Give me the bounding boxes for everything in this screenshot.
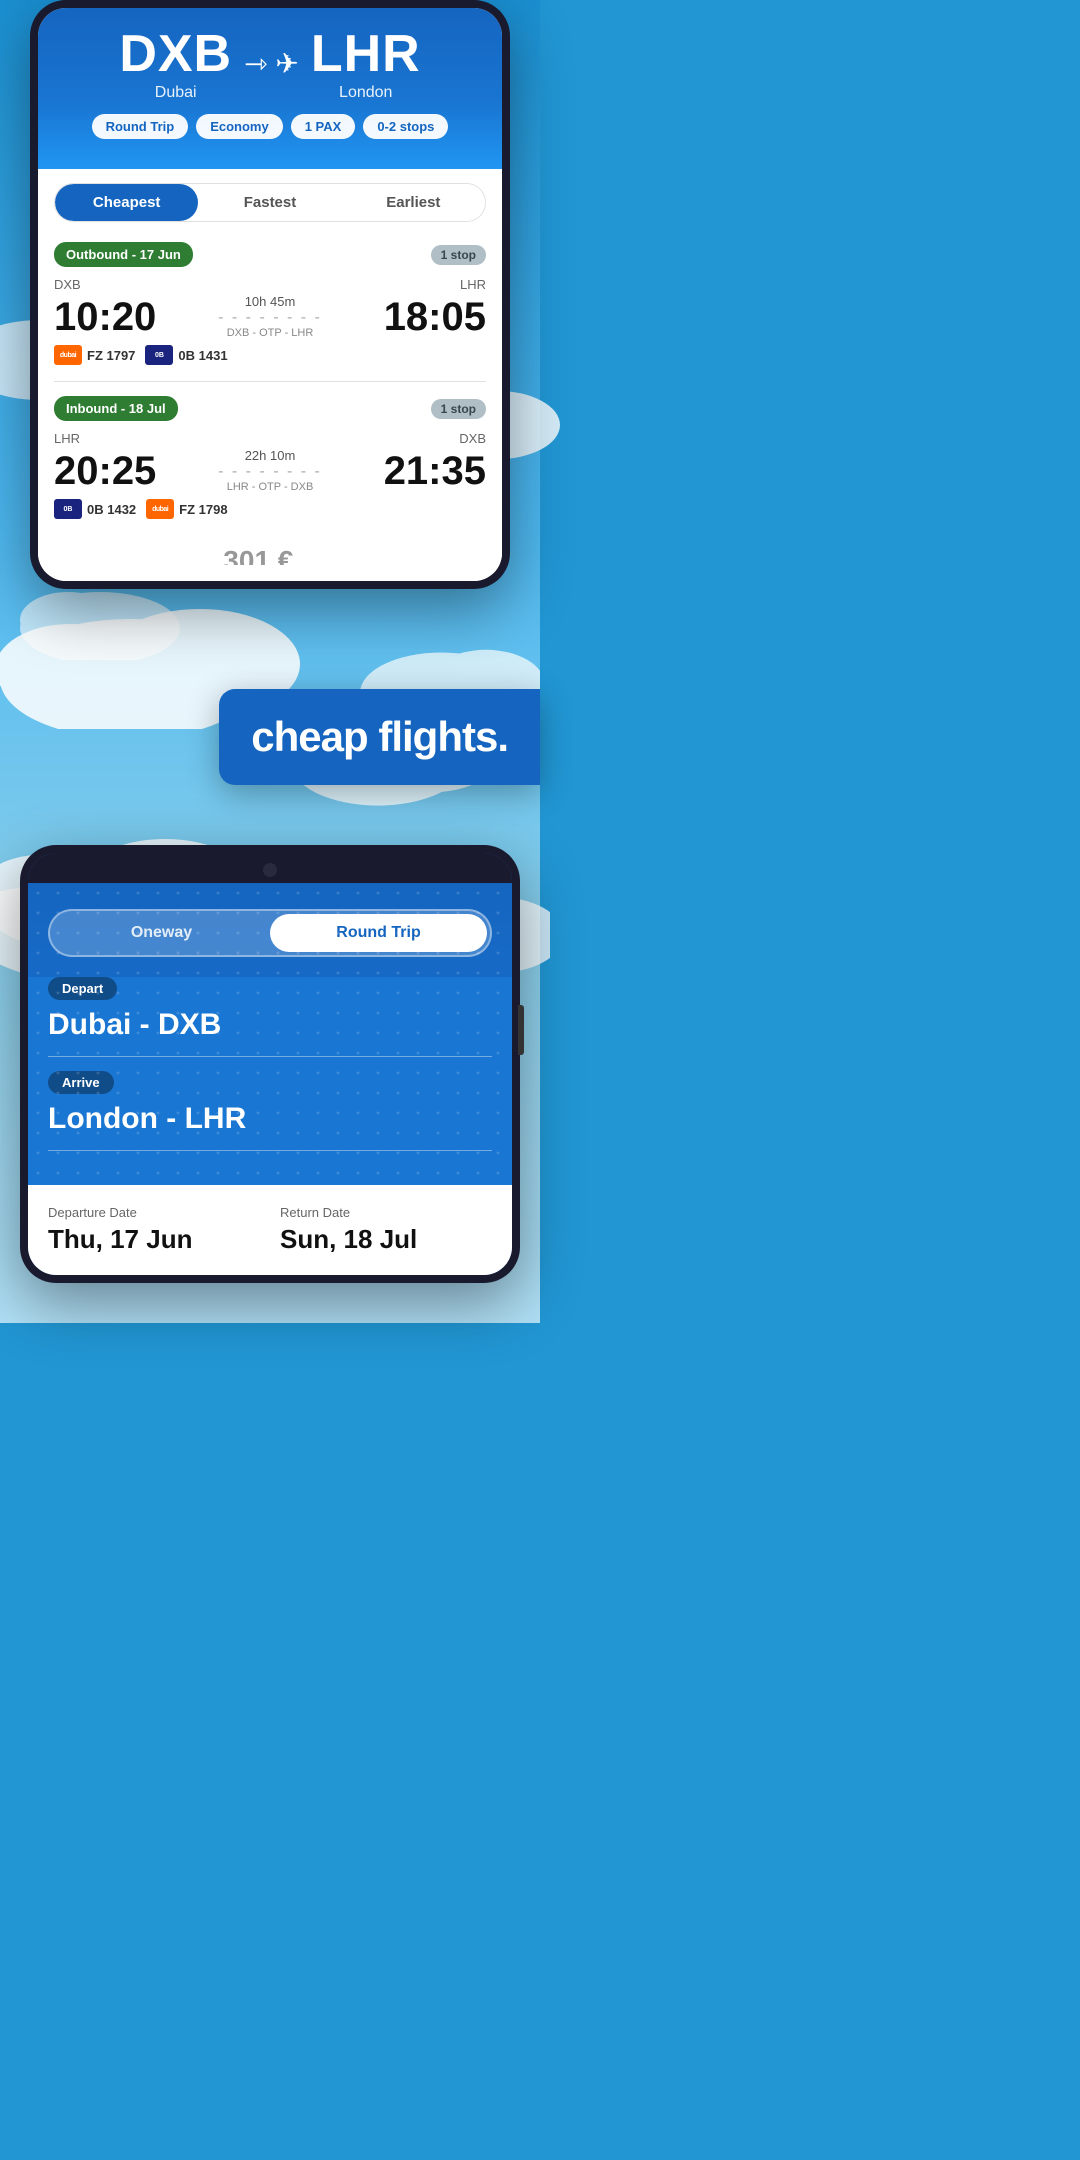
inbound-flight-code-1: 0B 1432 — [87, 502, 136, 517]
inbound-arrive-time: 21:35 — [384, 451, 486, 491]
inbound-airlines: 0B 0B 1432 dubai FZ 1798 — [54, 499, 486, 519]
inbound-depart-time: 20:25 — [54, 451, 156, 491]
origin-code: DXB — [119, 24, 232, 84]
notch-camera — [263, 863, 277, 877]
flydubai-logo-1: dubai — [54, 345, 82, 365]
inbound-route: LHR - OTP - DXB — [164, 481, 375, 493]
plane-icon: ⇾ ✈ — [244, 47, 299, 80]
blueair-logo-2: 0B — [54, 499, 82, 519]
inbound-dest-label: DXB — [459, 431, 486, 446]
airports-row: DXB Dubai ⇾ ✈ LHR London — [58, 24, 482, 102]
inbound-segment: Inbound - 18 Jul 1 stop LHR DXB 20:25 22… — [54, 396, 486, 519]
outbound-dashed-line: - - - - - - - - — [164, 309, 375, 327]
phone-screen-1: DXB Dubai ⇾ ✈ LHR London — [38, 8, 502, 581]
phone-frame-2: Oneway Round Trip Depart Dubai - DXB Arr… — [20, 845, 520, 1283]
outbound-label: Outbound - 17 Jun — [54, 242, 193, 267]
outbound-times-row: 10:20 10h 45m - - - - - - - - DXB - OTP … — [54, 294, 486, 339]
outbound-dest-label: LHR — [460, 277, 486, 292]
inbound-times-row: 20:25 22h 10m - - - - - - - - LHR - OTP … — [54, 448, 486, 493]
flight-header: DXB Dubai ⇾ ✈ LHR London — [38, 8, 502, 169]
destination-airport-block: LHR London — [311, 24, 421, 102]
inbound-airline-1: 0B 0B 1432 — [54, 499, 136, 519]
phone-screen-2: Oneway Round Trip Depart Dubai - DXB Arr… — [28, 853, 512, 1275]
dates-row: Departure Date Thu, 17 Jun Return Date S… — [48, 1205, 492, 1255]
results-container: Outbound - 17 Jun 1 stop DXB LHR 10:20 1… — [38, 232, 502, 581]
filter-stops[interactable]: 0-2 stops — [363, 114, 448, 139]
departure-date-value: Thu, 17 Jun — [48, 1224, 260, 1255]
filter-cabin[interactable]: Economy — [196, 114, 283, 139]
filter-pax[interactable]: 1 PAX — [291, 114, 356, 139]
cheap-flights-banner: cheap flights. — [219, 689, 540, 785]
tab-fastest[interactable]: Fastest — [198, 184, 341, 221]
departure-date-col[interactable]: Departure Date Thu, 17 Jun — [48, 1205, 260, 1255]
return-date-value: Sun, 18 Jul — [280, 1224, 492, 1255]
inbound-dashed-line: - - - - - - - - — [164, 463, 375, 481]
outbound-origin-label: DXB — [54, 277, 81, 292]
destination-name: London — [311, 84, 421, 102]
outbound-airlines: dubai FZ 1797 0B 0B 1431 — [54, 345, 486, 365]
section-bottom: Oneway Round Trip Depart Dubai - DXB Arr… — [0, 845, 540, 1323]
cheap-flights-section: cheap flights. — [0, 629, 540, 825]
outbound-stop-badge: 1 stop — [431, 245, 486, 265]
outbound-airline-2: 0B 0B 1431 — [145, 345, 227, 365]
departure-date-label: Departure Date — [48, 1205, 260, 1220]
outbound-segment: Outbound - 17 Jun 1 stop DXB LHR 10:20 1… — [54, 242, 486, 365]
volume-button — [518, 1005, 524, 1055]
outbound-airline-1: dubai FZ 1797 — [54, 345, 135, 365]
tab-cheapest[interactable]: Cheapest — [55, 184, 198, 221]
tab-earliest[interactable]: Earliest — [342, 184, 485, 221]
segment-divider — [54, 381, 486, 382]
destination-code: LHR — [311, 24, 421, 84]
return-date-label: Return Date — [280, 1205, 492, 1220]
dates-section: Departure Date Thu, 17 Jun Return Date S… — [28, 1185, 512, 1275]
inbound-route-middle: 22h 10m - - - - - - - - LHR - OTP - DXB — [156, 448, 383, 493]
return-date-col[interactable]: Return Date Sun, 18 Jul — [280, 1205, 492, 1255]
outbound-duration: 10h 45m — [164, 294, 375, 309]
phone-notch — [28, 853, 512, 883]
outbound-depart-time: 10:20 — [54, 297, 156, 337]
tabs-row: Cheapest Fastest Earliest — [54, 183, 486, 222]
filters-row: Round Trip Economy 1 PAX 0-2 stops — [58, 114, 482, 139]
dot-pattern — [28, 883, 512, 1185]
blueair-logo-1: 0B — [145, 345, 173, 365]
outbound-header: Outbound - 17 Jun 1 stop — [54, 242, 486, 267]
inbound-origin-label: LHR — [54, 431, 80, 446]
outbound-flight-code-1: FZ 1797 — [87, 348, 135, 363]
flydubai-logo-2: dubai — [146, 499, 174, 519]
inbound-header: Inbound - 18 Jul 1 stop — [54, 396, 486, 421]
inbound-stop-badge: 1 stop — [431, 399, 486, 419]
origin-name: Dubai — [119, 84, 232, 102]
origin-airport-block: DXB Dubai — [119, 24, 232, 102]
filter-trip-type[interactable]: Round Trip — [92, 114, 189, 139]
outbound-route-middle: 10h 45m - - - - - - - - DXB - OTP - LHR — [156, 294, 383, 339]
inbound-duration: 22h 10m — [164, 448, 375, 463]
inbound-flight-code-2: FZ 1798 — [179, 502, 227, 517]
inbound-label: Inbound - 18 Jul — [54, 396, 178, 421]
outbound-flight-code-2: 0B 1431 — [178, 348, 227, 363]
phone-frame-1: DXB Dubai ⇾ ✈ LHR London — [30, 0, 510, 589]
price-partial: 301 €... — [54, 535, 486, 565]
tabs-container: Cheapest Fastest Earliest — [38, 183, 502, 232]
inbound-airline-2: dubai FZ 1798 — [146, 499, 227, 519]
middle-section: cheap flights. — [0, 609, 540, 845]
outbound-route: DXB - OTP - LHR — [164, 327, 375, 339]
outbound-arrive-time: 18:05 — [384, 297, 486, 337]
